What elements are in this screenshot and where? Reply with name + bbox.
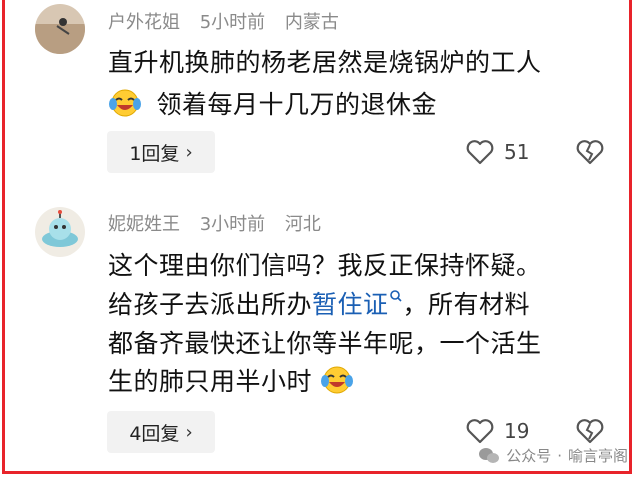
watermark-separator: · xyxy=(557,446,562,465)
reply-count: 4回复 xyxy=(129,422,180,445)
comment-text-line: 这个理由你们信吗？我反正保持怀疑。 xyxy=(108,251,542,280)
comment-text: ，所有材料 xyxy=(402,290,531,319)
replies-button[interactable]: 4回复 › xyxy=(107,411,215,453)
timestamp: 3小时前 xyxy=(199,214,266,235)
comment-text-line: 都备齐最快还让你等半年呢，一个活生 xyxy=(108,329,542,358)
search-link[interactable]: 暂住证 xyxy=(312,290,403,319)
location: 河北 xyxy=(284,214,321,235)
laughing-crying-emoji xyxy=(108,88,142,124)
comment-text-line: 领着每月十几万的退休金 xyxy=(108,85,437,124)
watermark-label: 公众号 xyxy=(506,447,552,465)
location: 内蒙古 xyxy=(284,12,339,33)
watermark-name: 喻言亭阁 xyxy=(567,447,628,465)
heart-icon xyxy=(466,140,494,165)
like-count: 51 xyxy=(504,140,530,164)
broken-heart-icon xyxy=(576,140,604,165)
username[interactable]: 妮妮姓王 xyxy=(108,214,180,235)
comment-text: 给孩子去派出所办 xyxy=(108,290,313,319)
wechat-logo-icon xyxy=(479,447,500,463)
reply-count: 1回复 xyxy=(129,142,180,165)
comment-text-line: 生的肺只用半小时 xyxy=(108,362,354,401)
username[interactable]: 户外花姐 xyxy=(108,12,180,33)
like-button[interactable]: 19 xyxy=(466,418,529,444)
chevron-right-icon: › xyxy=(185,421,193,443)
watermark: 公众号 · 喻言亭阁 xyxy=(478,445,628,466)
chevron-right-icon: › xyxy=(185,141,193,163)
dislike-button[interactable] xyxy=(576,139,604,169)
like-count: 19 xyxy=(504,419,530,443)
laughing-crying-emoji xyxy=(320,365,354,401)
comment-text-line: 给孩子去派出所办暂住证 ，所有材料 xyxy=(108,285,530,321)
comment-text: 生的肺只用半小时 xyxy=(108,367,313,396)
comment-meta: 户外花姐 5小时前 内蒙古 xyxy=(108,8,353,34)
replies-button[interactable]: 1回复 › xyxy=(107,131,215,173)
broken-heart-icon xyxy=(576,419,604,444)
search-link-text: 暂住证 xyxy=(312,290,389,319)
like-button[interactable]: 51 xyxy=(466,139,529,165)
avatar[interactable] xyxy=(35,4,85,54)
comment-text-line: 直升机换肺的杨老居然是烧锅炉的工人 xyxy=(108,48,542,77)
comment-text: 领着每月十几万的退休金 xyxy=(156,90,437,119)
comment-meta: 妮妮姓王 3小时前 河北 xyxy=(108,210,335,236)
search-icon xyxy=(389,290,402,302)
dislike-button[interactable] xyxy=(576,418,604,448)
avatar[interactable] xyxy=(35,207,85,257)
timestamp: 5小时前 xyxy=(199,12,266,33)
heart-icon xyxy=(466,419,494,444)
